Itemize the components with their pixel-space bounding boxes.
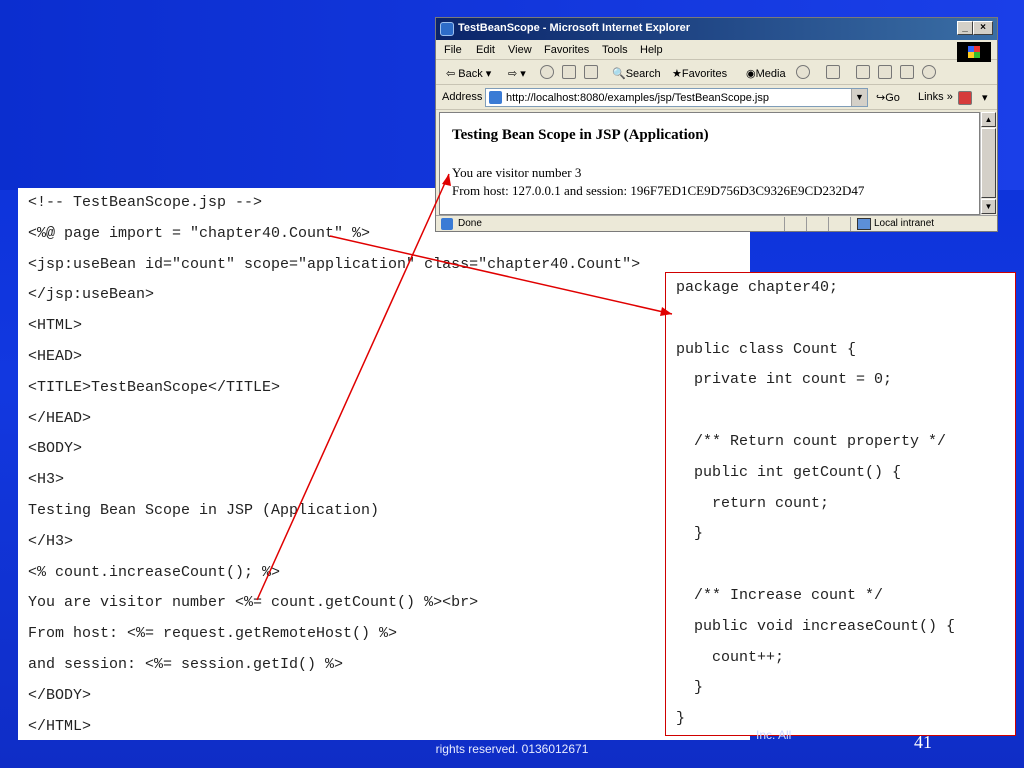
- links-button[interactable]: Links »: [918, 91, 953, 103]
- jsp-code-line: <H3>: [28, 471, 65, 489]
- java-code-line: /** Increase count */: [676, 587, 884, 604]
- java-code-line: public void increaseCount() {: [676, 617, 956, 635]
- jsp-code-panel: <!-- TestBeanScope.jsp --> <%@ page impor…: [18, 188, 750, 740]
- minimize-button[interactable]: _: [957, 21, 973, 35]
- java-code-line: public int getCount() {: [676, 463, 902, 481]
- back-button[interactable]: ⇦ Back ▾: [446, 67, 491, 80]
- links-dropdown-icon[interactable]: ▾: [982, 91, 988, 104]
- page-heading: Testing Bean Scope in JSP (Application): [452, 127, 709, 143]
- refresh-icon[interactable]: [562, 65, 576, 79]
- zone-text: Local intranet: [874, 218, 935, 229]
- jsp-code-line: </H3>: [28, 532, 74, 550]
- status-bar: Done Local intranet: [436, 215, 997, 231]
- java-code-line: count++;: [676, 648, 785, 666]
- menu-view[interactable]: View: [508, 44, 532, 56]
- go-button[interactable]: ↪Go: [876, 91, 900, 104]
- jsp-code-line: <HEAD>: [28, 348, 83, 365]
- messenger-icon[interactable]: [922, 65, 936, 79]
- menu-edit[interactable]: Edit: [476, 44, 495, 56]
- links-app-icon[interactable]: [958, 91, 972, 105]
- java-code-line: }: [676, 679, 704, 697]
- jsp-code-line: <% count.increaseCount(); %>: [28, 563, 281, 581]
- jsp-code-line: </HTML>: [28, 717, 92, 735]
- menu-bar: File Edit View Favorites Tools Help: [436, 40, 997, 62]
- jsp-code-line: <HTML>: [28, 317, 83, 335]
- menu-file[interactable]: File: [444, 44, 462, 56]
- discuss-icon[interactable]: [900, 65, 914, 79]
- footer-copyright-fragment: Inc. All: [756, 728, 792, 742]
- close-button[interactable]: ×: [973, 21, 993, 35]
- media-button[interactable]: ◉Media: [746, 67, 786, 80]
- status-divider: [784, 217, 785, 231]
- address-input[interactable]: http://localhost:8080/examples/jsp/TestB…: [485, 88, 868, 107]
- footer-copyright: rights reserved. 0136012671: [435, 742, 589, 756]
- host-session-line: From host: 127.0.0.1 and session: 196F7E…: [452, 183, 865, 198]
- jsp-code-line: </BODY>: [28, 686, 92, 704]
- java-code-line: }: [676, 710, 686, 728]
- mail-icon[interactable]: [826, 65, 840, 79]
- ie-icon: [440, 22, 454, 36]
- menu-favorites[interactable]: Favorites: [544, 44, 589, 56]
- java-code-panel: package chapter40; public class Count { p…: [665, 272, 1016, 736]
- print-icon[interactable]: [856, 65, 870, 79]
- home-icon[interactable]: [584, 65, 598, 79]
- jsp-code-line: <%@ page import = "chapter40.Count" %>: [28, 224, 371, 242]
- address-label: Address: [442, 91, 483, 103]
- java-code-line: /** Return count property */: [676, 433, 947, 450]
- history-icon[interactable]: [796, 65, 810, 79]
- scroll-down-icon[interactable]: ▼: [981, 199, 996, 214]
- jsp-code-line: <jsp:useBean id="count" scope="applicati…: [28, 255, 641, 273]
- scroll-up-icon[interactable]: ▲: [981, 112, 996, 127]
- page-content: Testing Bean Scope in JSP (Application) …: [439, 112, 980, 215]
- page-number: 41: [914, 732, 932, 752]
- favorites-button[interactable]: ★Favorites: [672, 67, 727, 80]
- address-bar: Address http://localhost:8080/examples/j…: [436, 86, 997, 110]
- jsp-code-line: <!-- TestBeanScope.jsp -->: [28, 194, 263, 211]
- scroll-thumb[interactable]: [981, 128, 996, 198]
- toolbar: ⇦ Back ▾ ⇨ ▾ 🔍Search ★Favorites ◉Media: [436, 61, 997, 85]
- jsp-code-line: You are visitor number <%= count.getCoun…: [28, 594, 479, 612]
- java-code-line: return count;: [676, 494, 830, 512]
- search-button[interactable]: 🔍Search: [612, 67, 661, 80]
- status-divider: [828, 217, 829, 231]
- menu-tools[interactable]: Tools: [602, 44, 628, 56]
- status-text: Done: [458, 218, 482, 229]
- java-code-line: package chapter40;: [676, 279, 839, 296]
- address-url: http://localhost:8080/examples/jsp/TestB…: [506, 92, 769, 104]
- windows-logo-icon: [957, 42, 991, 62]
- jsp-code-line: Testing Bean Scope in JSP (Application): [28, 502, 380, 519]
- jsp-code-line: </HEAD>: [28, 409, 92, 427]
- menu-help[interactable]: Help: [640, 44, 663, 56]
- intranet-icon: [857, 218, 871, 230]
- jsp-code-line: From host: <%= request.getRemoteHost() %…: [28, 625, 398, 643]
- edit-icon[interactable]: [878, 65, 892, 79]
- address-dropdown-icon[interactable]: ▼: [851, 89, 867, 106]
- java-code-line: public class Count {: [676, 340, 857, 358]
- stop-icon[interactable]: [540, 65, 554, 79]
- jsp-code-line: <TITLE>TestBeanScope</TITLE>: [28, 378, 281, 396]
- java-code-line: }: [676, 525, 704, 543]
- jsp-code-line: </jsp:useBean>: [28, 286, 155, 304]
- done-icon: [441, 218, 453, 230]
- page-icon: [489, 91, 502, 104]
- status-divider: [850, 217, 851, 231]
- browser-window: TestBeanScope - Microsoft Internet Explo…: [435, 17, 998, 232]
- vertical-scrollbar[interactable]: ▲ ▼: [980, 112, 996, 215]
- status-divider: [806, 217, 807, 231]
- jsp-code-line: <BODY>: [28, 440, 83, 458]
- java-code-line: private int count = 0;: [676, 371, 893, 389]
- title-bar[interactable]: TestBeanScope - Microsoft Internet Explo…: [436, 18, 997, 40]
- jsp-code-line: and session: <%= session.getId() %>: [28, 656, 344, 673]
- visitor-line: You are visitor number 3: [452, 165, 582, 180]
- window-title: TestBeanScope - Microsoft Internet Explo…: [458, 22, 691, 34]
- forward-button[interactable]: ⇨ ▾: [508, 67, 526, 80]
